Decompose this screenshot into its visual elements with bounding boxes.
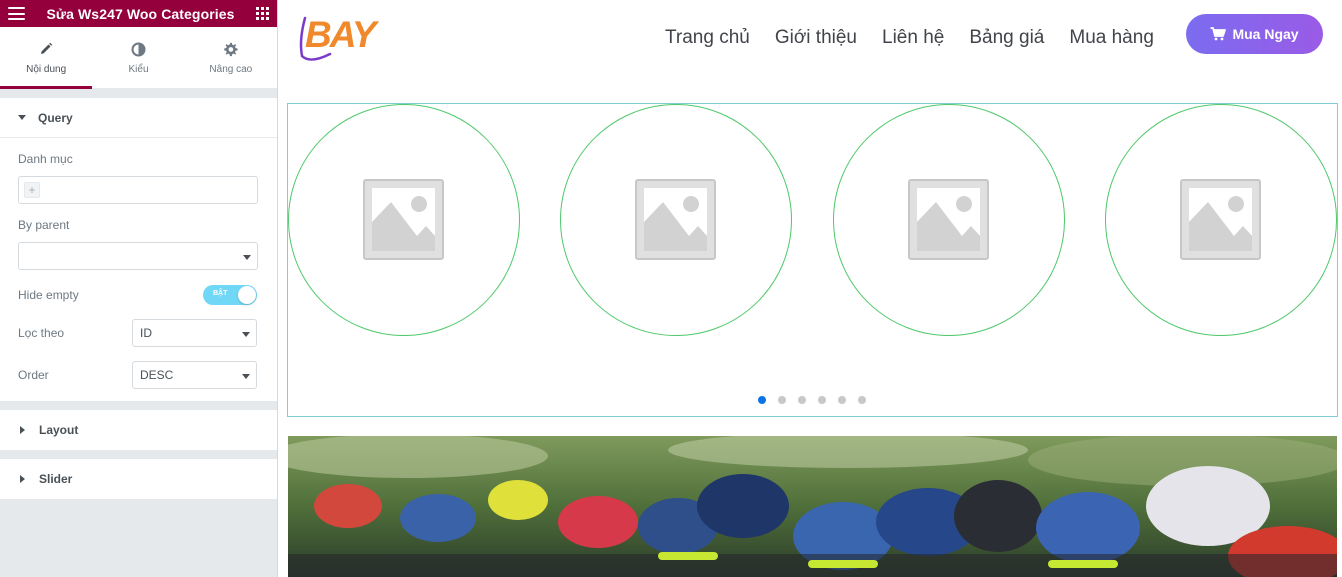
- slide-item[interactable]: [1105, 104, 1337, 336]
- slider-section-title: Slider: [39, 472, 73, 486]
- filter-control: Lọc theo ID: [18, 305, 257, 347]
- hide-empty-toggle[interactable]: BẬT: [203, 285, 257, 305]
- by-parent-label: By parent: [18, 218, 70, 232]
- query-section-header[interactable]: Query: [0, 98, 277, 138]
- image-placeholder-icon: [908, 179, 989, 260]
- elementor-editor: Sửa Ws247 Woo Categories Nội dung Kiểu N…: [0, 0, 1342, 577]
- main-nav: Trang chủ Giới thiệu Liên hệ Bảng giá Mu…: [665, 27, 1179, 49]
- pencil-icon: [39, 40, 53, 58]
- gear-icon: [223, 40, 238, 58]
- layout-section: Layout: [0, 410, 277, 450]
- cart-icon: [1210, 27, 1227, 41]
- slide-item[interactable]: [833, 104, 1065, 336]
- slider-dot[interactable]: [838, 396, 846, 404]
- tab-content[interactable]: Nội dung: [0, 27, 93, 89]
- plus-icon[interactable]: +: [24, 182, 40, 198]
- chevron-down-icon: [242, 374, 250, 379]
- nav-item-about[interactable]: Giới thiệu: [775, 27, 857, 49]
- tab-style-label: Kiểu: [128, 64, 149, 75]
- nav-item-contact[interactable]: Liên hệ: [882, 27, 944, 49]
- nav-item-home[interactable]: Trang chủ: [665, 27, 750, 49]
- slider-dot[interactable]: [778, 396, 786, 404]
- slider-dot[interactable]: [758, 396, 766, 404]
- nav-item-pricing[interactable]: Bảng giá: [969, 27, 1044, 49]
- slider-dot[interactable]: [798, 396, 806, 404]
- logo-text: BAY: [305, 14, 380, 55]
- query-section-body: Danh mục + By parent Hide empty BẬT Lọc …: [0, 138, 277, 401]
- editor-panel: Sửa Ws247 Woo Categories Nội dung Kiểu N…: [0, 0, 278, 577]
- order-value: DESC: [140, 368, 174, 382]
- buy-now-button[interactable]: Mua Ngay: [1186, 14, 1323, 54]
- chevron-down-icon: [242, 332, 250, 337]
- contrast-icon: [131, 40, 146, 58]
- query-section-title: Query: [38, 110, 73, 125]
- slider-section: Slider: [0, 459, 277, 499]
- site-preview: BAY Trang chủ Giới thiệu Liên hệ Bảng gi…: [279, 0, 1342, 577]
- slider-dot[interactable]: [818, 396, 826, 404]
- caret-down-icon: [18, 115, 26, 120]
- chevron-down-icon: [243, 255, 251, 260]
- slider-dot[interactable]: [858, 396, 866, 404]
- cyclists-banner-image: [288, 436, 1337, 577]
- bay-logo[interactable]: BAY: [296, 10, 388, 66]
- slider-pagination: [758, 396, 878, 404]
- query-section: Query Danh mục + By parent Hide empty BẬ…: [0, 98, 277, 401]
- category-slider: [287, 103, 1338, 417]
- filter-label: Lọc theo: [18, 326, 65, 340]
- tab-advanced-label: Nâng cao: [209, 64, 253, 75]
- slider-section-header[interactable]: Slider: [0, 459, 277, 499]
- by-parent-control: By parent: [18, 204, 258, 270]
- widgets-grid-icon[interactable]: [256, 7, 269, 20]
- slide-item[interactable]: [560, 104, 792, 336]
- image-placeholder-icon: [1180, 179, 1261, 260]
- nav-item-shop[interactable]: Mua hàng: [1069, 27, 1154, 49]
- panel-header: Sửa Ws247 Woo Categories: [0, 0, 277, 27]
- menu-icon[interactable]: [8, 7, 25, 20]
- layout-section-title: Layout: [39, 423, 79, 437]
- category-control: Danh mục +: [18, 138, 258, 204]
- by-parent-select[interactable]: [18, 242, 258, 270]
- buy-now-label: Mua Ngay: [1232, 26, 1299, 42]
- hide-empty-control: Hide empty BẬT: [18, 270, 257, 305]
- slide-item[interactable]: [288, 104, 520, 336]
- toggle-on-text: BẬT: [213, 290, 228, 297]
- order-control: Order DESC: [18, 347, 257, 389]
- site-header: BAY Trang chủ Giới thiệu Liên hệ Bảng gi…: [279, 0, 1342, 80]
- category-label: Danh mục: [18, 152, 73, 166]
- tab-style[interactable]: Kiểu: [92, 27, 184, 88]
- caret-right-icon: [20, 475, 25, 483]
- order-select[interactable]: DESC: [132, 361, 257, 389]
- tab-content-label: Nội dung: [26, 64, 67, 75]
- caret-right-icon: [20, 426, 25, 434]
- hide-empty-label: Hide empty: [18, 288, 79, 302]
- panel-title: Sửa Ws247 Woo Categories: [46, 5, 235, 22]
- toggle-knob: [238, 286, 256, 304]
- image-placeholder-icon: [363, 179, 444, 260]
- tab-advanced[interactable]: Nâng cao: [185, 27, 277, 88]
- layout-section-header[interactable]: Layout: [0, 410, 277, 450]
- filter-select[interactable]: ID: [132, 319, 257, 347]
- image-placeholder-icon: [635, 179, 716, 260]
- order-label: Order: [18, 368, 49, 382]
- category-select-input[interactable]: +: [18, 176, 258, 204]
- panel-tabs: Nội dung Kiểu Nâng cao: [0, 27, 277, 89]
- filter-value: ID: [140, 326, 152, 340]
- cyclists-helmets-photo: [288, 436, 1337, 577]
